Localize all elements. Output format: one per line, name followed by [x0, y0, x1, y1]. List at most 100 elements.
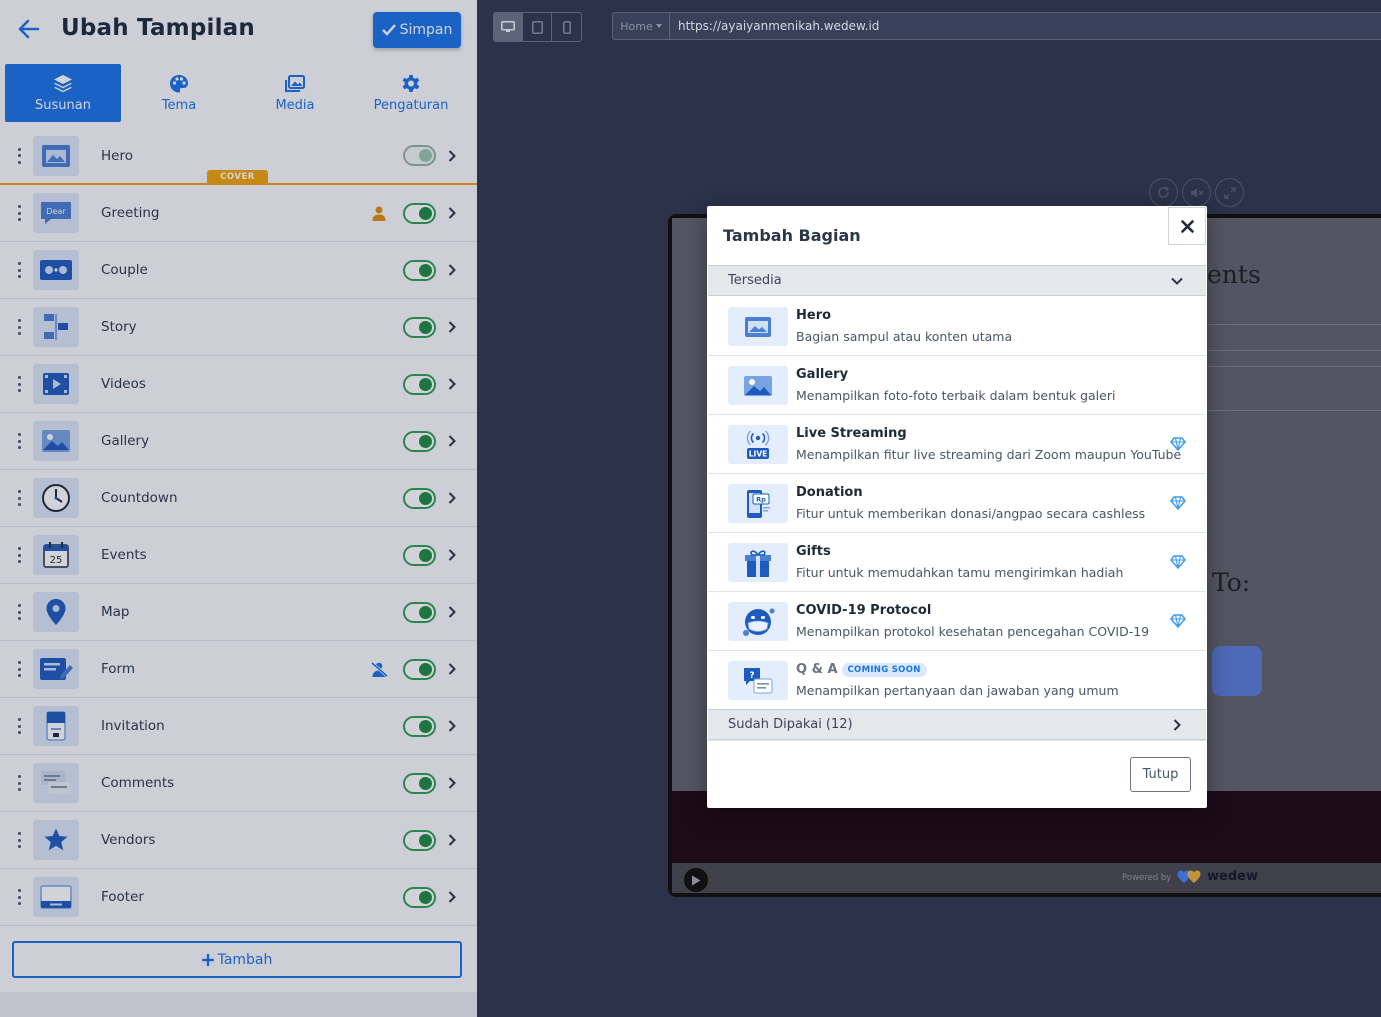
section-toggle[interactable] — [403, 487, 436, 509]
item-desc: Menampilkan foto-foto terbaik dalam bent… — [796, 388, 1116, 403]
section-toggle[interactable] — [403, 658, 436, 680]
section-toggle[interactable] — [403, 886, 436, 908]
modal-item-hero[interactable]: Hero Bagian sampul atau konten utama — [708, 297, 1206, 356]
section-row-couple[interactable]: Couple — [0, 242, 477, 299]
drag-handle[interactable] — [14, 604, 24, 620]
reload-button[interactable] — [1149, 178, 1178, 207]
section-toggle[interactable] — [403, 316, 436, 338]
section-row-vendors[interactable]: Vendors — [0, 812, 477, 869]
url-text[interactable]: https://ayaiyanmenikah.wedew.id — [670, 19, 879, 33]
mobile-view-button[interactable] — [552, 13, 581, 41]
chevron-right-icon[interactable] — [446, 889, 458, 905]
section-row-videos[interactable]: Videos — [0, 356, 477, 413]
item-name-text: Gallery — [796, 367, 849, 382]
events-thumb: 25 — [33, 535, 79, 575]
drag-handle[interactable] — [14, 490, 24, 506]
chevron-right-icon[interactable] — [446, 433, 458, 449]
modal-item-qna[interactable]: ? Q & A COMING SOON Menampilkan pertanya… — [708, 651, 1206, 710]
modal-item-donation[interactable]: Rp Donation Fitur untuk memberikan donas… — [708, 474, 1206, 533]
chevron-right-icon[interactable] — [446, 205, 458, 221]
used-group-header[interactable]: Sudah Dipakai (12) — [708, 709, 1206, 740]
chevron-right-icon[interactable] — [446, 148, 458, 164]
add-section-button[interactable]: Tambah — [12, 941, 462, 978]
tab-media[interactable]: Media — [237, 64, 353, 122]
countdown-thumb — [33, 478, 79, 518]
section-toggle[interactable] — [403, 373, 436, 395]
section-toggle[interactable] — [403, 601, 436, 623]
mute-button[interactable] — [1182, 178, 1211, 207]
section-toggle[interactable] — [403, 430, 436, 452]
drag-handle[interactable] — [14, 205, 24, 221]
add-section-modal: Tambah Bagian Tersedia Hero Bagian sampu… — [707, 206, 1207, 808]
section-label: Vendors — [101, 832, 156, 848]
section-toggle[interactable] — [403, 145, 436, 166]
available-group-header[interactable]: Tersedia — [708, 265, 1206, 296]
chevron-right-icon[interactable] — [446, 661, 458, 677]
section-row-countdown[interactable]: Countdown — [0, 470, 477, 527]
tab-label: Tema — [161, 98, 197, 113]
modal-item-gifts[interactable]: Gifts Fitur untuk memudahkan tamu mengir… — [708, 533, 1206, 592]
save-button[interactable]: Simpan — [373, 12, 461, 48]
fullscreen-button[interactable] — [1215, 178, 1244, 207]
section-row-gallery[interactable]: Gallery — [0, 413, 477, 470]
chevron-right-icon[interactable] — [446, 319, 458, 335]
chevron-right-icon[interactable] — [446, 547, 458, 563]
music-play-button[interactable] — [684, 868, 708, 892]
chevron-right-icon[interactable] — [446, 775, 458, 791]
section-toggle[interactable] — [403, 544, 436, 566]
section-toggle[interactable] — [403, 259, 436, 281]
section-row-greeting[interactable]: Dear Greeting — [0, 185, 477, 242]
drag-handle[interactable] — [14, 832, 24, 848]
drag-handle[interactable] — [14, 433, 24, 449]
modal-close-button[interactable] — [1168, 207, 1206, 245]
greeting-thumb-text: Dear — [46, 207, 66, 216]
modal-item-gallery[interactable]: Gallery Menampilkan foto-foto terbaik da… — [708, 356, 1206, 415]
drag-handle[interactable] — [14, 547, 24, 563]
drag-handle[interactable] — [14, 889, 24, 905]
section-toggle[interactable] — [403, 202, 436, 224]
chevron-right-icon[interactable] — [446, 718, 458, 734]
tab-pengaturan[interactable]: Pengaturan — [353, 64, 469, 122]
section-row-map[interactable]: Map — [0, 584, 477, 641]
premium-diamond-icon — [1169, 494, 1187, 512]
section-row-hero[interactable]: Hero COVER — [0, 128, 477, 185]
chevron-right-icon[interactable] — [446, 604, 458, 620]
drag-handle[interactable] — [14, 147, 24, 164]
drag-handle[interactable] — [14, 718, 24, 734]
section-label: Couple — [101, 262, 148, 278]
section-row-form[interactable]: Form — [0, 641, 477, 698]
modal-item-live-streaming[interactable]: LIVE Live Streaming Menampilkan fitur li… — [708, 415, 1206, 474]
drag-handle[interactable] — [14, 661, 24, 677]
back-button[interactable] — [14, 14, 44, 44]
drag-handle[interactable] — [14, 262, 24, 278]
section-row-events[interactable]: 25 Events — [0, 527, 477, 584]
section-toggle[interactable] — [403, 715, 436, 737]
sidebar-bottom-strip — [0, 992, 477, 1017]
divider-line — [1207, 324, 1381, 325]
chevron-right-icon[interactable] — [446, 262, 458, 278]
page-select[interactable]: Home — [613, 12, 670, 40]
section-row-comments[interactable]: Comments — [0, 755, 477, 812]
drag-handle[interactable] — [14, 319, 24, 335]
tablet-view-button[interactable] — [523, 13, 552, 41]
chevron-right-icon[interactable] — [446, 376, 458, 392]
drag-handle[interactable] — [14, 775, 24, 791]
drag-handle[interactable] — [14, 376, 24, 392]
expand-icon — [1223, 186, 1236, 199]
desktop-view-button[interactable] — [494, 13, 523, 41]
modal-item-covid-protocol[interactable]: COVID-19 Protocol Menampilkan protokol k… — [708, 592, 1206, 651]
tab-susunan[interactable]: Susunan — [5, 64, 121, 122]
premium-diamond-icon — [1169, 435, 1187, 453]
close-modal-button[interactable]: Tutup — [1130, 757, 1191, 792]
section-toggle[interactable] — [403, 772, 436, 794]
wedew-logo[interactable]: wedew — [1177, 869, 1258, 884]
item-name-text: Q & A — [796, 662, 838, 677]
tab-tema[interactable]: Tema — [121, 64, 237, 122]
section-row-footer[interactable]: Footer — [0, 869, 477, 926]
section-toggle[interactable] — [403, 829, 436, 851]
calendar-icon: 25 — [43, 542, 69, 568]
section-row-story[interactable]: Story — [0, 299, 477, 356]
section-row-invitation[interactable]: Invitation — [0, 698, 477, 755]
chevron-right-icon[interactable] — [446, 832, 458, 848]
chevron-right-icon[interactable] — [446, 490, 458, 506]
